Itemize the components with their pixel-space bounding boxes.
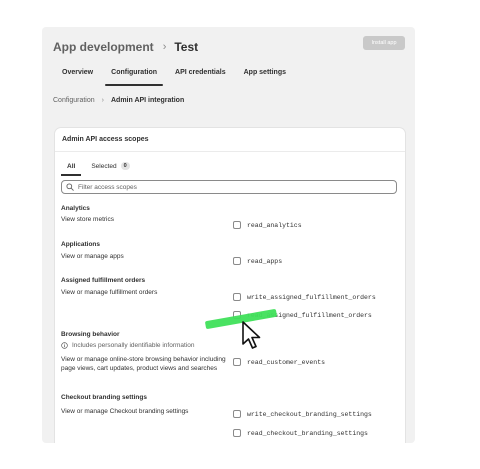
scope-read-analytics[interactable]: read_analytics (233, 221, 302, 229)
tab-selected-label: Selected (91, 162, 117, 170)
scope-read-apps[interactable]: read_apps (233, 257, 282, 265)
section-description-analytics: View store metrics (61, 216, 114, 223)
pii-note-text: Includes personally identifiable informa… (72, 342, 195, 349)
section-heading-checkout-branding-settings: Checkout branding settings (61, 394, 147, 401)
selected-count-badge: 0 (120, 162, 130, 170)
tab-selected[interactable]: Selected 0 (83, 157, 137, 175)
scope-label: write_assigned_fulfillment_orders (247, 293, 376, 301)
checkbox[interactable] (233, 429, 241, 437)
section-heading-browsing-behavior: Browsing behavior (61, 331, 120, 338)
app-frame: App development › Test Install app Overv… (42, 27, 415, 443)
search-field[interactable] (61, 180, 397, 194)
chevron-right-icon: › (162, 41, 167, 53)
scope-read-checkout-branding-settings[interactable]: read_checkout_branding_settings (233, 429, 368, 437)
breadcrumb-configuration-link[interactable]: Configuration (53, 97, 95, 104)
app-development-link[interactable]: App development (53, 40, 154, 54)
scope-label: read_apps (247, 257, 283, 265)
breadcrumb-current: Admin API integration (110, 97, 185, 104)
filter-tabs: All Selected 0 (59, 157, 138, 176)
checkbox[interactable] (233, 293, 241, 301)
checkbox[interactable] (233, 221, 241, 229)
scope-label: write_checkout_branding_settings (247, 410, 372, 418)
tab-overview[interactable]: Overview (53, 64, 102, 86)
card-title: Admin API access scopes (62, 136, 149, 143)
scope-write-checkout-branding-settings[interactable]: write_checkout_branding_settings (233, 410, 372, 418)
scope-label: read_customer_events (247, 358, 326, 366)
scope-label: read_checkout_branding_settings (247, 429, 368, 437)
section-description-applications: View or manage apps (61, 253, 124, 260)
access-scopes-card: Admin API access scopes All Selected 0 A… (55, 128, 405, 443)
install-app-button[interactable]: Install app (363, 36, 405, 50)
checkbox[interactable] (233, 410, 241, 418)
divider (55, 151, 405, 152)
section-description-checkout-branding-settings: View or manage Checkout branding setting… (61, 408, 189, 415)
scope-read-customer-events[interactable]: read_customer_events (233, 358, 325, 366)
tab-all-label: All (67, 162, 76, 170)
scope-write-assigned-fulfillment-orders[interactable]: write_assigned_fulfillment_orders (233, 293, 376, 301)
section-heading-analytics: Analytics (61, 205, 90, 212)
tab-api-credentials[interactable]: API credentials (166, 64, 235, 86)
page-title: Test (174, 40, 199, 54)
section-description-browsing-behavior: View or manage online-store browsing beh… (61, 356, 226, 372)
breadcrumb: Configuration › Admin API integration (53, 97, 184, 104)
page-header: App development › Test Install app (53, 36, 405, 58)
checkbox[interactable] (233, 358, 241, 366)
chevron-right-icon: › (101, 97, 104, 104)
checkbox[interactable] (233, 257, 241, 265)
pii-note: Includes personally identifiable informa… (61, 342, 195, 349)
info-icon (61, 342, 68, 349)
tab-bar: Overview Configuration API credentials A… (53, 64, 295, 86)
section-heading-applications: Applications (61, 241, 101, 248)
section-heading-assigned-fulfillment-orders: Assigned fulfillment orders (61, 277, 146, 284)
scope-label: read_analytics (247, 221, 302, 229)
tab-app-settings[interactable]: App settings (235, 64, 295, 86)
search-icon (66, 183, 74, 191)
mouse-pointer-icon (240, 320, 264, 350)
tab-configuration[interactable]: Configuration (102, 64, 166, 86)
tab-all[interactable]: All (59, 157, 83, 176)
search-input[interactable] (78, 183, 378, 191)
section-description-assigned-fulfillment-orders: View or manage fulfillment orders (61, 289, 158, 296)
